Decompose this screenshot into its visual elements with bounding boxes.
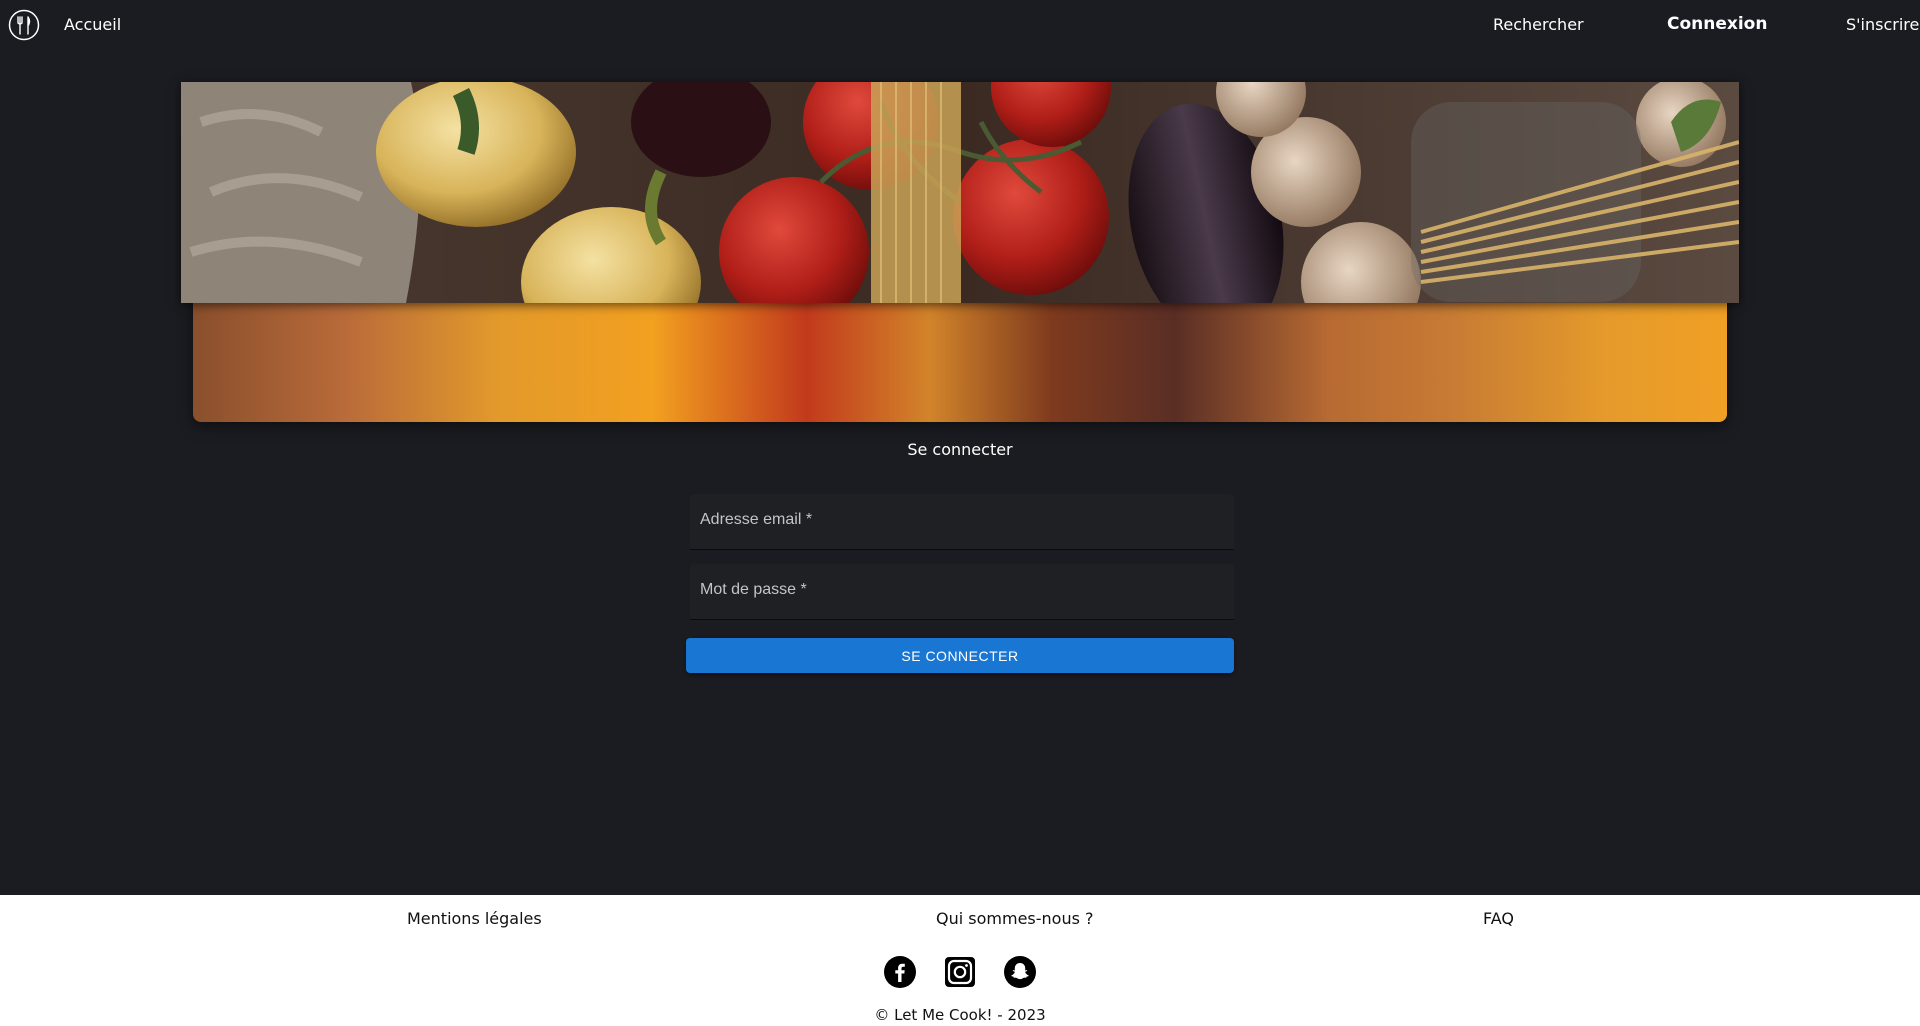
instagram-icon[interactable] <box>944 956 976 988</box>
hero-banner <box>181 82 1739 422</box>
snapchat-icon[interactable] <box>1004 956 1036 988</box>
facebook-icon[interactable] <box>884 956 916 988</box>
vegetables-banner-image <box>181 82 1739 303</box>
password-field[interactable]: Mot de passe * <box>690 564 1234 620</box>
top-navigation: Accueil Rechercher Connexion S'inscrire <box>0 0 1920 50</box>
login-form: Se connecter Adresse email * Mot de pass… <box>686 440 1234 673</box>
footer-faq-link[interactable]: FAQ <box>1483 909 1514 928</box>
password-field-label: Mot de passe * <box>700 581 807 598</box>
login-submit-button[interactable]: SE CONNECTER <box>686 638 1234 673</box>
footer-legal-link[interactable]: Mentions légales <box>407 909 542 928</box>
utensils-circle-icon[interactable] <box>8 9 40 41</box>
nav-login-link[interactable]: Connexion <box>1667 14 1767 34</box>
nav-home-link[interactable]: Accueil <box>64 15 121 34</box>
email-field[interactable]: Adresse email * <box>690 494 1234 550</box>
login-title: Se connecter <box>907 440 1013 459</box>
email-field-label: Adresse email * <box>700 511 813 528</box>
nav-search-link[interactable]: Rechercher <box>1493 15 1584 34</box>
footer: Mentions légales Qui sommes-nous ? FAQ ©… <box>0 895 1920 1026</box>
copyright-text: © Let Me Cook! - 2023 <box>874 1006 1046 1024</box>
nav-signup-link[interactable]: S'inscrire <box>1846 15 1919 34</box>
footer-about-link[interactable]: Qui sommes-nous ? <box>936 909 1094 928</box>
